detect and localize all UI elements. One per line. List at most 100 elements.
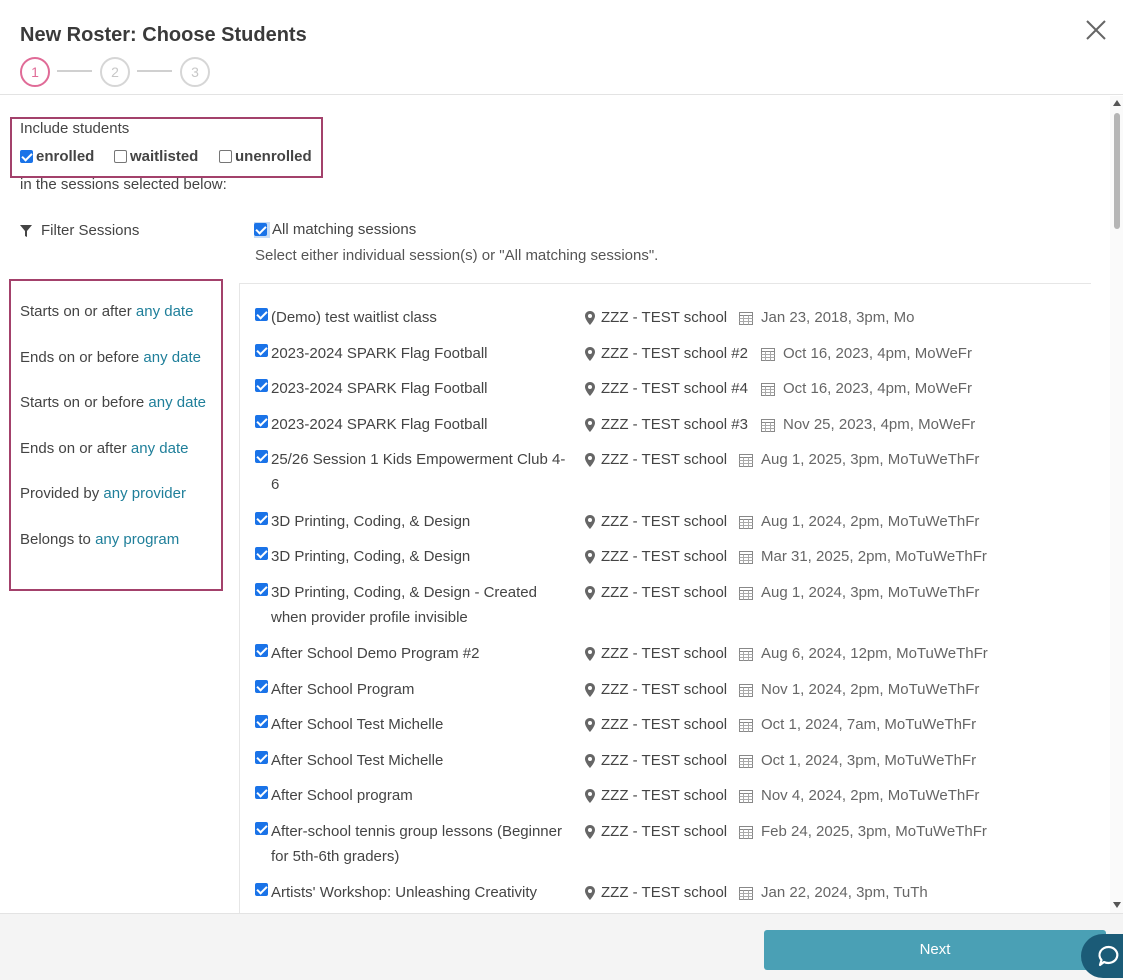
session-date: Aug 6, 2024, 12pm, MoTuWeThFr — [739, 641, 988, 666]
session-checkbox[interactable] — [255, 512, 268, 525]
all-matching-option[interactable]: All matching sessions — [254, 221, 416, 238]
session-checkbox[interactable] — [255, 644, 268, 657]
session-checkbox[interactable] — [255, 583, 268, 596]
calendar-icon — [739, 586, 753, 600]
modal-title: New Roster: Choose Students — [20, 24, 307, 46]
calendar-icon — [739, 311, 753, 325]
starts-after-link[interactable]: any date — [136, 303, 194, 320]
calendar-icon — [739, 754, 753, 768]
session-location: ZZZ - TEST school #4 — [585, 376, 748, 401]
step-1: 1 — [20, 57, 50, 87]
enrolled-option[interactable]: enrolled — [20, 147, 94, 165]
map-pin-icon — [585, 452, 595, 467]
map-pin-icon — [585, 514, 595, 529]
filter-sessions-label: Filter Sessions — [41, 222, 140, 239]
all-matching-checkbox[interactable] — [254, 223, 267, 236]
calendar-icon — [761, 382, 775, 396]
session-date: Nov 25, 2023, 4pm, MoWeFr — [761, 412, 975, 437]
session-name: 2023-2024 SPARK Flag Football — [271, 380, 488, 397]
new-roster-modal: New Roster: Choose Students 1 2 3 Includ… — [0, 0, 1123, 980]
filter-starts-after: Starts on or after any date — [20, 303, 194, 320]
unenrolled-checkbox[interactable] — [219, 149, 232, 163]
session-name: 25/26 Session 1 Kids Empowerment Club 4-… — [271, 451, 566, 493]
session-checkbox[interactable] — [255, 379, 268, 392]
next-button[interactable]: Next — [764, 930, 1106, 970]
sessions-suffix: in the sessions selected below: — [20, 176, 227, 193]
session-checkbox[interactable] — [255, 344, 268, 357]
session-checkbox[interactable] — [255, 415, 268, 428]
session-location: ZZZ - TEST school — [585, 509, 727, 534]
session-name: After-school tennis group lessons (Begin… — [271, 823, 562, 865]
calendar-icon — [761, 418, 775, 432]
session-checkbox[interactable] — [255, 450, 268, 463]
chat-launcher[interactable] — [1081, 934, 1123, 978]
session-date: Mar 31, 2025, 2pm, MoTuWeThFr — [739, 544, 987, 569]
filter-provider: Provided by any provider — [20, 485, 186, 502]
session-location: ZZZ - TEST school — [585, 305, 727, 330]
step-2: 2 — [100, 57, 130, 87]
map-pin-icon — [585, 824, 595, 839]
session-location: ZZZ - TEST school — [585, 447, 727, 472]
include-students-label: Include students — [20, 120, 130, 137]
waitlisted-option[interactable]: waitlisted — [114, 147, 198, 165]
map-pin-icon — [585, 549, 595, 564]
close-icon[interactable] — [1084, 18, 1108, 42]
session-location: ZZZ - TEST school #2 — [585, 341, 748, 366]
session-checkbox[interactable] — [255, 822, 268, 835]
session-location: ZZZ - TEST school — [585, 819, 727, 844]
session-name: After School program — [271, 787, 413, 804]
calendar-icon — [739, 825, 753, 839]
session-checkbox[interactable] — [255, 883, 268, 896]
calendar-icon — [739, 886, 753, 900]
calendar-icon — [739, 515, 753, 529]
divider — [240, 283, 1091, 284]
map-pin-icon — [585, 585, 595, 600]
enrolled-checkbox[interactable] — [20, 149, 33, 163]
calendar-icon — [739, 550, 753, 564]
session-name: (Demo) test waitlist class — [271, 309, 437, 326]
session-date: Feb 24, 2025, 3pm, MoTuWeThFr — [739, 819, 987, 844]
session-location: ZZZ - TEST school — [585, 712, 727, 737]
scroll-down-arrow-icon[interactable] — [1113, 902, 1121, 908]
scroll-up-arrow-icon[interactable] — [1113, 100, 1121, 106]
scrollbar[interactable] — [1110, 96, 1123, 913]
session-date: Aug 1, 2025, 3pm, MoTuWeThFr — [739, 447, 979, 472]
session-date: Oct 1, 2024, 7am, MoTuWeThFr — [739, 712, 976, 737]
session-date: Jan 23, 2018, 3pm, Mo — [739, 305, 914, 330]
session-checkbox[interactable] — [255, 786, 268, 799]
calendar-icon — [739, 789, 753, 803]
session-checkbox[interactable] — [255, 715, 268, 728]
provider-link[interactable]: any provider — [103, 485, 186, 502]
map-pin-icon — [585, 417, 595, 432]
filter-program: Belongs to any program — [20, 531, 180, 548]
session-name: 3D Printing, Coding, & Design — [271, 513, 471, 530]
enrolled-label: enrolled — [36, 147, 95, 165]
session-location: ZZZ - TEST school — [585, 783, 727, 808]
step-3: 3 — [180, 57, 210, 87]
starts-before-link[interactable]: any date — [148, 394, 206, 411]
session-name: 3D Printing, Coding, & Design — [271, 548, 471, 565]
session-checkbox[interactable] — [255, 547, 268, 560]
session-date: Jan 22, 2024, 3pm, TuTh — [739, 880, 928, 905]
session-name: After School Demo Program #2 — [271, 645, 480, 662]
all-matching-label: All matching sessions — [272, 221, 417, 238]
step-connector — [57, 70, 92, 72]
session-date: Oct 1, 2024, 3pm, MoTuWeThFr — [739, 748, 976, 773]
filter-icon — [20, 224, 32, 237]
unenrolled-option[interactable]: unenrolled — [219, 147, 312, 165]
session-location: ZZZ - TEST school — [585, 880, 727, 905]
scroll-thumb[interactable] — [1114, 113, 1120, 229]
session-name: 2023-2024 SPARK Flag Football — [271, 416, 488, 433]
session-name: Artists' Workshop: Unleashing Creativity — [271, 884, 538, 901]
modal-body[interactable]: Include students enrolled waitlisted une… — [0, 96, 1123, 913]
ends-before-link[interactable]: any date — [143, 349, 201, 366]
session-checkbox[interactable] — [255, 680, 268, 693]
waitlisted-checkbox[interactable] — [114, 149, 127, 163]
session-date: Nov 4, 2024, 2pm, MoTuWeThFr — [739, 783, 979, 808]
session-checkbox[interactable] — [255, 751, 268, 764]
ends-after-link[interactable]: any date — [131, 440, 189, 457]
program-link[interactable]: any program — [95, 531, 179, 548]
unenrolled-label: unenrolled — [235, 147, 312, 165]
calendar-icon — [739, 718, 753, 732]
session-checkbox[interactable] — [255, 308, 268, 321]
